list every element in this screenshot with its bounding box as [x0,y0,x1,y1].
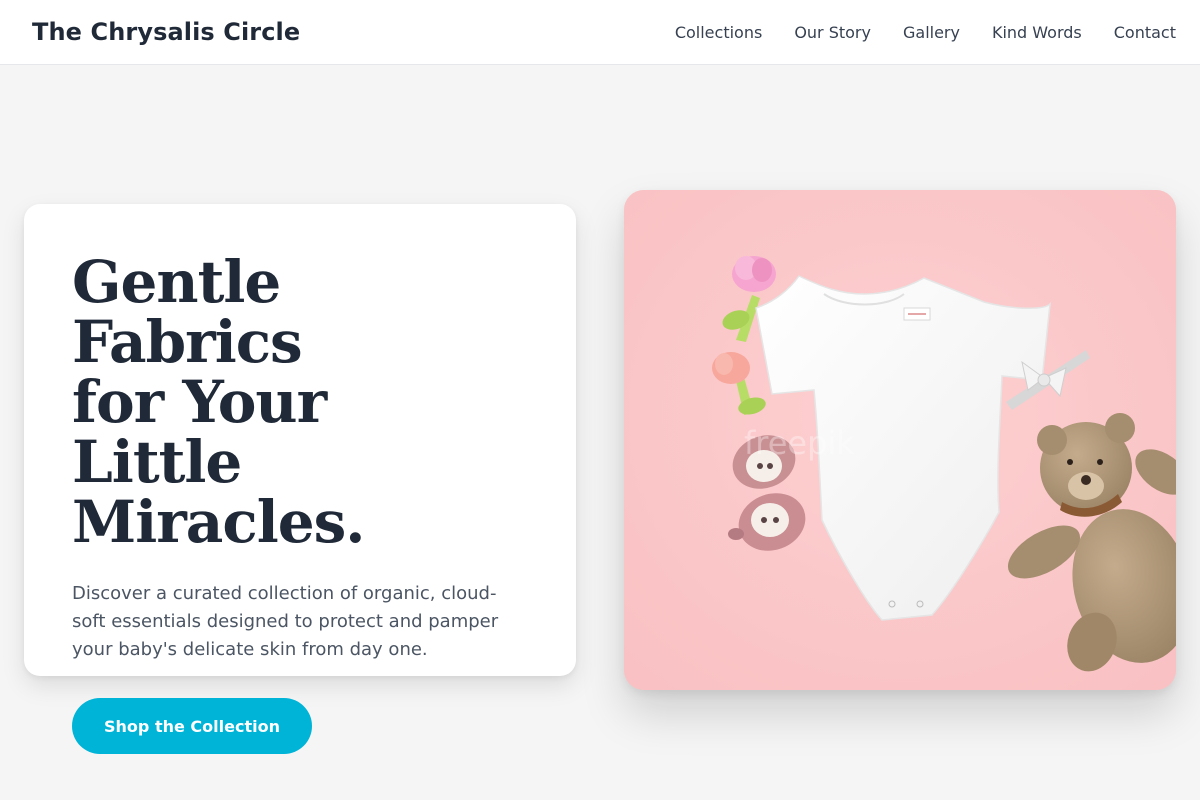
hero-card: Gentle Fabrics for Your Little Miracles.… [24,204,576,754]
nav-link-gallery[interactable]: Gallery [903,23,960,42]
nav-link-kind-words[interactable]: Kind Words [992,23,1082,42]
main-nav: Collections Our Story Gallery Kind Words… [675,23,1176,42]
hero-subtext: Discover a curated collection of organic… [72,580,512,664]
hero-subtext-line: Discover a curated collection of organic… [72,583,497,604]
site-header: The Chrysalis Circle Collections Our Sto… [0,0,1200,65]
nav-link-contact[interactable]: Contact [1114,23,1176,42]
hero-headline-line: Gentle Fabrics [72,248,303,376]
hero-subtext-line: soft essentials designed to protect and … [72,611,499,632]
brand-logo[interactable]: The Chrysalis Circle [32,18,300,46]
image-watermark: freepik [744,424,855,462]
nav-link-our-story[interactable]: Our Story [794,23,871,42]
shop-collection-button[interactable]: Shop the Collection [72,698,312,754]
hero-headline-line: Miracles. [72,488,365,556]
hero-headline: Gentle Fabrics for Your Little Miracles. [72,252,502,552]
hero-headline-line: for Your Little [72,368,327,496]
hero-product-image: freepik [624,190,1176,690]
hero-subtext-line: your baby's delicate skin from day one. [72,639,428,660]
baby-flatlay-illustration: freepik [624,190,1176,690]
nav-link-collections[interactable]: Collections [675,23,762,42]
